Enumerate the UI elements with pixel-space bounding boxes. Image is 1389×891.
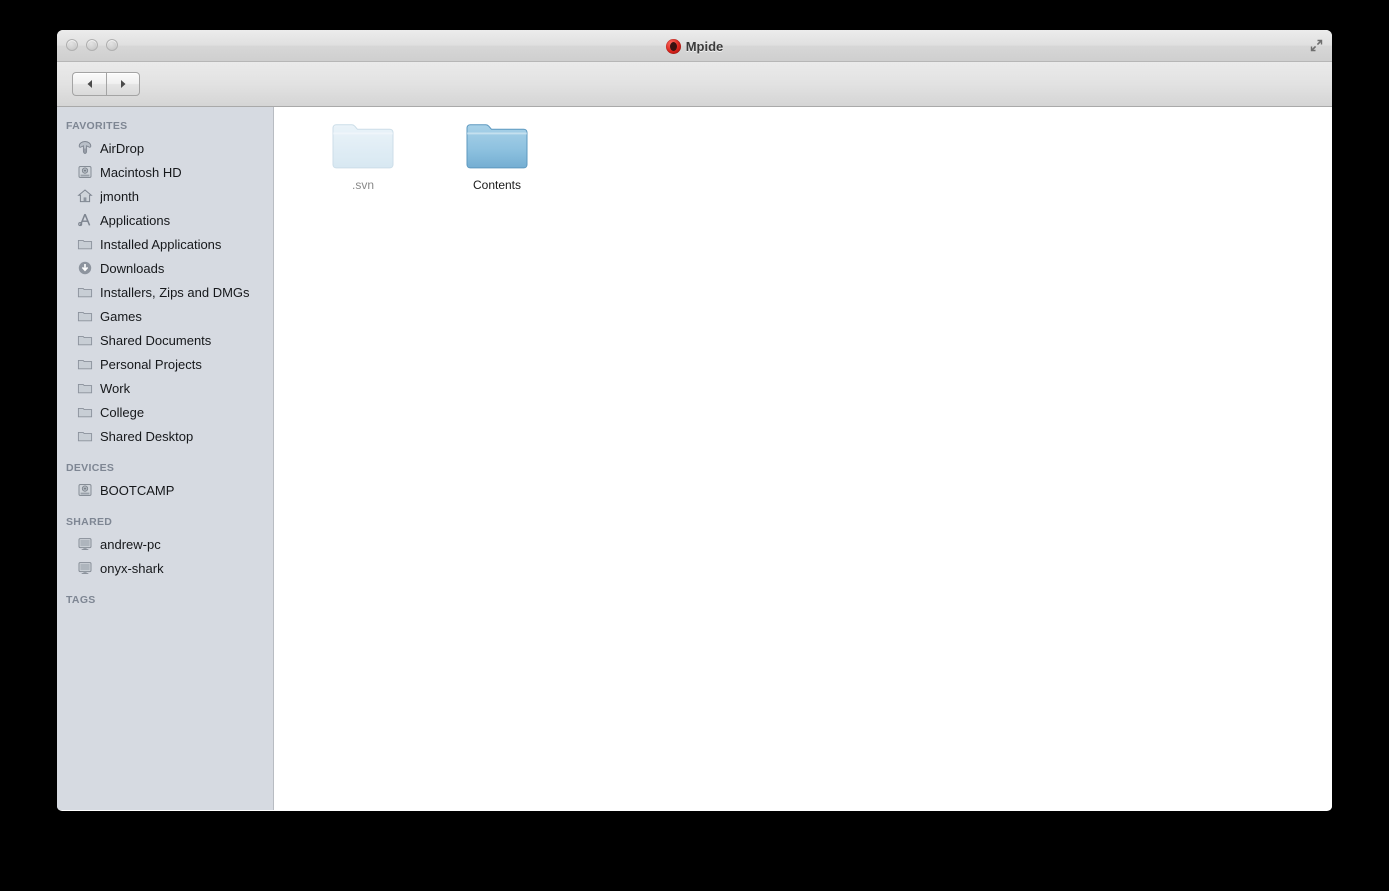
sidebar-item-label: andrew-pc — [100, 536, 161, 552]
back-button[interactable] — [72, 72, 106, 96]
folder-icon — [77, 431, 93, 442]
sidebar-item-shared-documents[interactable]: Shared Documents — [57, 328, 273, 352]
close-button[interactable] — [66, 39, 78, 51]
sidebar-item-label: Games — [100, 308, 142, 324]
display-icon — [78, 562, 92, 574]
harddrive-icon — [78, 166, 92, 178]
fullscreen-expand-icon[interactable] — [1309, 38, 1324, 53]
sidebar-item-downloads[interactable]: Downloads — [57, 256, 273, 280]
navigation-buttons — [72, 72, 140, 96]
sidebar-item-shared-desktop[interactable]: Shared Desktop — [57, 424, 273, 448]
sidebar-item-label: College — [100, 404, 145, 420]
sidebar-item-label: Downloads — [100, 260, 165, 276]
sidebar-item-macintosh-hd[interactable]: Macintosh HD — [57, 160, 273, 184]
sidebar-item-airdrop[interactable]: AirDrop — [57, 136, 273, 160]
folder-icon — [77, 311, 93, 322]
mpide-app-icon — [665, 38, 681, 54]
finder-window: Mpide FAVORITES AirDrop Macintosh HD jmo… — [57, 30, 1332, 811]
sidebar-item-label: Macintosh HD — [100, 164, 182, 180]
sidebar-item-applications[interactable]: Applications — [57, 208, 273, 232]
folder-icon — [77, 407, 93, 418]
sidebar-item-work[interactable]: Work — [57, 376, 273, 400]
folder-icon — [77, 335, 93, 346]
sidebar-item-jmonth[interactable]: jmonth — [57, 184, 273, 208]
zoom-button[interactable] — [106, 39, 118, 51]
window-titlebar: Mpide — [57, 30, 1332, 62]
downloads-icon — [78, 261, 92, 275]
sidebar-section-favorites: Favorites — [66, 120, 128, 132]
sidebar-item-label: jmonth — [100, 188, 140, 204]
sidebar-item-bootcamp[interactable]: BOOTCAMP — [57, 478, 273, 502]
window-title-group: Mpide — [57, 30, 1332, 62]
file-item-label: .svn — [351, 178, 374, 192]
sidebar-section-devices: Devices — [66, 462, 115, 474]
sidebar-item-label: onyx-shark — [100, 560, 164, 576]
window-body: Favorites AirDrop Macintosh HD — [57, 107, 1332, 810]
icon-grid: .svn Contents — [274, 119, 1332, 207]
sidebar-item-label: AirDrop — [100, 140, 145, 156]
folder-icon — [77, 359, 93, 370]
file-item-svn[interactable]: .svn — [296, 119, 430, 207]
sidebar-item-label: Shared Desktop — [100, 428, 194, 444]
folder-icon — [332, 124, 394, 169]
sidebar: Favorites AirDrop Macintosh HD — [57, 107, 274, 810]
page-title: Mpide — [685, 38, 724, 54]
sidebar-item-onyx-shark[interactable]: onyx-shark — [57, 556, 273, 580]
folder-icon — [77, 239, 93, 250]
sidebar-item-label: Shared Documents — [100, 332, 212, 348]
minimize-button[interactable] — [86, 39, 98, 51]
sidebar-item-label: Personal Projects — [100, 356, 202, 372]
sidebar-item-label: Work — [100, 380, 131, 396]
airdrop-icon — [78, 141, 92, 154]
forward-button[interactable] — [106, 72, 140, 96]
folder-icon — [77, 383, 93, 394]
sidebar-item-installers-zips-and-dmgs[interactable]: Installers, Zips and DMGs — [57, 280, 273, 304]
file-item-contents[interactable]: Contents — [430, 119, 564, 207]
sidebar-item-label: Installers, Zips and DMGs — [100, 284, 250, 300]
home-icon — [77, 189, 93, 203]
sidebar-section-shared: Shared — [66, 516, 113, 528]
harddrive-icon — [78, 484, 92, 496]
traffic-lights — [66, 39, 118, 51]
file-item-label: Contents — [472, 178, 522, 192]
sidebar-item-andrew-pc[interactable]: andrew-pc — [57, 532, 273, 556]
finder-toolbar — [57, 62, 1332, 144]
sidebar-item-games[interactable]: Games — [57, 304, 273, 328]
sidebar-item-label: Installed Applications — [100, 236, 222, 252]
sidebar-item-personal-projects[interactable]: Personal Projects — [57, 352, 273, 376]
sidebar-section-tags: Tags — [66, 594, 96, 606]
display-icon — [78, 538, 92, 550]
sidebar-item-label: BOOTCAMP — [100, 482, 175, 498]
folder-icon — [466, 124, 528, 169]
sidebar-item-installed-applications[interactable]: Installed Applications — [57, 232, 273, 256]
folder-icon — [77, 287, 93, 298]
sidebar-item-label: Applications — [100, 212, 171, 228]
sidebar-item-college[interactable]: College — [57, 400, 273, 424]
file-content-area[interactable]: .svn Contents — [274, 107, 1332, 810]
applications-icon — [78, 213, 91, 227]
